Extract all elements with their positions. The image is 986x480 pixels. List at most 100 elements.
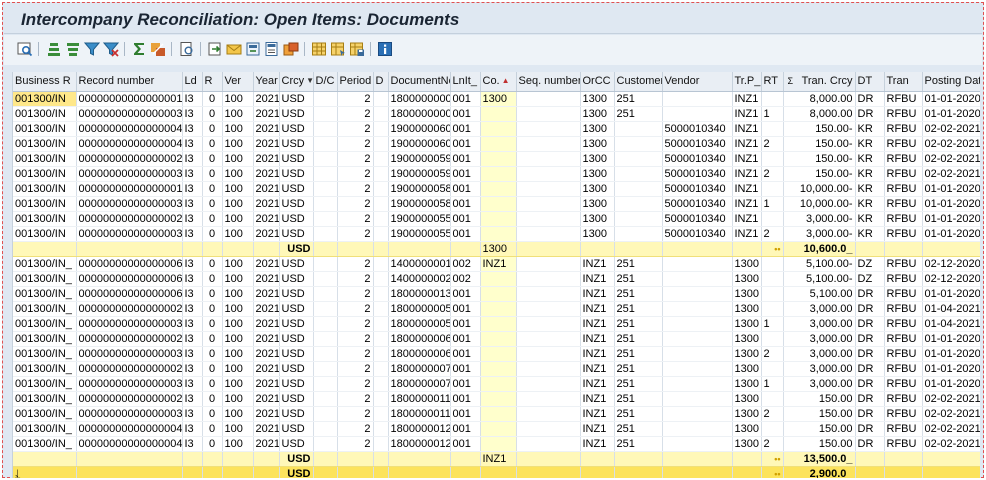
cell-record-number: 000000000000000018 xyxy=(76,181,183,197)
cell-orcc: INZ1 xyxy=(580,376,615,392)
table-row[interactable]: 001300/IN 000000000000000030 I3 0 100 2021 USD… xyxy=(13,106,980,122)
cell-business-r: 001300/IN_ xyxy=(13,391,77,407)
col-header-customer[interactable]: Customer xyxy=(614,72,663,92)
cell-d xyxy=(373,376,389,392)
cell-ld: I3 xyxy=(182,271,203,287)
col-header-posting-date[interactable]: Posting Date xyxy=(922,72,980,92)
col-header-trp[interactable]: Tr.P_ xyxy=(732,72,762,92)
table-row[interactable]: 001300/IN_ 000000000000000023 I3 0 100 2021 US… xyxy=(13,361,980,377)
toolbar-separator xyxy=(304,42,305,56)
sort-descending-icon[interactable] xyxy=(64,40,82,58)
cell-dt: KR xyxy=(855,121,885,137)
col-header-record-number[interactable]: Record number xyxy=(76,72,183,92)
cell-posting-date: 01-04-2021 xyxy=(922,316,980,332)
cell-dc xyxy=(313,391,338,407)
table-row[interactable]: 001300/IN 000000000000000020 I3 0 100 2021 USD… xyxy=(13,151,980,167)
save-layout-icon[interactable] xyxy=(348,40,366,58)
col-header-dc[interactable]: D/C xyxy=(313,72,338,92)
sum-icon[interactable] xyxy=(130,40,148,58)
table-row[interactable]: 001300/IN_ 000000000000000035 I3 0 100 2021 US… xyxy=(13,376,980,392)
select-layout-icon[interactable] xyxy=(329,40,347,58)
col-header-rt[interactable]: RT xyxy=(761,72,784,92)
table-body: 001300/IN 000000000000000017 I3 0 100 2021 USD… xyxy=(13,91,980,478)
cell-dc xyxy=(313,196,338,212)
cell-lnit: 001 xyxy=(450,121,481,137)
table-row[interactable]: 001300/IN_ 000000000000000047 I3 0 100 2021 US… xyxy=(13,436,980,452)
cell-tran: RFBU xyxy=(884,301,923,317)
cell-r: 0 xyxy=(202,316,223,332)
table-row[interactable]: 001300/IN 000000000000000032 I3 0 100 2021 USD… xyxy=(13,166,980,182)
table-row[interactable]: 001300/IN_ 000000000000000065 I3 0 100 2021 US… xyxy=(13,286,980,302)
col-header-tran[interactable]: Tran xyxy=(884,72,923,92)
sort-ascending-icon[interactable] xyxy=(45,40,63,58)
page-title: Intercompany Reconciliation: Open Items:… xyxy=(21,10,460,29)
col-header-lnit[interactable]: LnIt_ xyxy=(450,72,481,92)
table-row[interactable]: 001300/IN_ 000000000000000038 I3 0 100 2021 US… xyxy=(13,406,980,422)
table-row[interactable]: 001300/IN_ 000000000000000064 I3 0 100 2021 US… xyxy=(13,271,980,287)
table-row[interactable]: 001300/IN 000000000000000031 I3 0 100 2021 USD… xyxy=(13,196,980,212)
cell-customer: 251 xyxy=(614,271,663,287)
subtotal-row[interactable]: USD 1300 •• 10,600.0_ xyxy=(13,241,980,257)
cell-lnit: 001 xyxy=(450,226,481,242)
cell-ld: I3 xyxy=(182,196,203,212)
table-row[interactable]: 001300/IN 000000000000000033 I3 0 100 2021 USD… xyxy=(13,226,980,242)
information-icon[interactable] xyxy=(376,40,394,58)
cell-business-r: 001300/IN_ xyxy=(13,331,77,347)
cell-year: 2021 xyxy=(253,376,280,392)
table-row[interactable]: 001300/IN 000000000000000021 I3 0 100 2021 USD… xyxy=(13,211,980,227)
cell-crcy: USD xyxy=(279,121,314,137)
col-header-vendor[interactable]: Vendor xyxy=(662,72,733,92)
col-header-period[interactable]: Period xyxy=(337,72,374,92)
table-row[interactable]: 001300/IN 000000000000000017 I3 0 100 2021 USD… xyxy=(13,91,980,107)
cell-tran: RFBU xyxy=(884,181,923,197)
table-row[interactable]: 001300/IN_ 000000000000000039 I3 0 100 2021 US… xyxy=(13,316,980,332)
cell-trp: 1300 xyxy=(732,376,762,392)
local-file-icon[interactable] xyxy=(244,40,262,58)
table-row[interactable]: 001300/IN_ 000000000000000028 I3 0 100 2021 US… xyxy=(13,391,980,407)
cell-rt: 1 xyxy=(761,316,784,332)
col-header-ld[interactable]: Ld xyxy=(182,72,203,92)
table-row[interactable]: 001300/IN 000000000000000018 I3 0 100 2021 USD… xyxy=(13,181,980,197)
table-row[interactable]: 001300/IN_ 000000000000000063 I3 0 100 2021 US… xyxy=(13,256,980,272)
table-row[interactable]: 001300/IN_ 000000000000000034 I3 0 100 2021 US… xyxy=(13,346,980,362)
subtotal-icon[interactable] xyxy=(149,40,167,58)
col-header-ver[interactable]: Ver xyxy=(222,72,254,92)
cell-trp: INZ1 xyxy=(732,196,762,212)
cell-dc xyxy=(313,346,338,362)
col-header-dt[interactable]: DT xyxy=(855,72,885,92)
cell-customer: 251 xyxy=(614,406,663,422)
col-header-documentno[interactable]: DocumentNo xyxy=(388,72,451,92)
empty-cell xyxy=(313,241,338,257)
details-icon[interactable] xyxy=(16,40,34,58)
cell-d xyxy=(373,211,389,227)
export-icon[interactable] xyxy=(206,40,224,58)
mail-icon[interactable] xyxy=(225,40,243,58)
cell-year: 2021 xyxy=(253,121,280,137)
table-row[interactable]: 001300/IN_ 000000000000000029 I3 0 100 2021 US… xyxy=(13,301,980,317)
col-header-r[interactable]: R xyxy=(202,72,223,92)
table-row[interactable]: 001300/IN 000000000000000044 I3 0 100 2021 USD… xyxy=(13,121,980,137)
col-header-crcy[interactable]: Crcy▼ xyxy=(279,72,314,92)
col-header-tran-crcy[interactable]: Σ Tran. Crcy xyxy=(783,72,856,92)
filter-icon[interactable] xyxy=(83,40,101,58)
subtotal-row[interactable]: USD INZ1 •• 13,500.0_ xyxy=(13,451,980,467)
cell-trp: INZ1 xyxy=(732,211,762,227)
col-header-d[interactable]: D xyxy=(373,72,389,92)
cell-tran-crcy: 10,000.00- xyxy=(783,196,856,212)
abc-analysis-icon[interactable] xyxy=(282,40,300,58)
col-header-co[interactable]: Co. ▲ xyxy=(480,72,517,92)
table-row[interactable]: 001300/IN 000000000000000048 I3 0 100 2021 USD… xyxy=(13,136,980,152)
col-header-business-r[interactable]: Business R xyxy=(13,72,77,92)
word-processing-icon[interactable] xyxy=(263,40,281,58)
col-header-orcc[interactable]: OrCC xyxy=(580,72,615,92)
print-preview-icon[interactable] xyxy=(178,40,196,58)
delete-filter-icon[interactable] xyxy=(102,40,120,58)
col-header-seq-number[interactable]: Seq. number xyxy=(516,72,581,92)
change-layout-icon[interactable] xyxy=(310,40,328,58)
table-row[interactable]: 001300/IN_ 000000000000000045 I3 0 100 2021 US… xyxy=(13,421,980,437)
col-header-year[interactable]: Year xyxy=(253,72,280,92)
cell-year: 2021 xyxy=(253,391,280,407)
title-bar: Intercompany Reconciliation: Open Items:… xyxy=(4,4,982,34)
table-row[interactable]: 001300/IN_ 000000000000000022 I3 0 100 2021 US… xyxy=(13,331,980,347)
grand-total-row[interactable]: ⥙ USD •• 2,900.0_ xyxy=(13,466,980,478)
